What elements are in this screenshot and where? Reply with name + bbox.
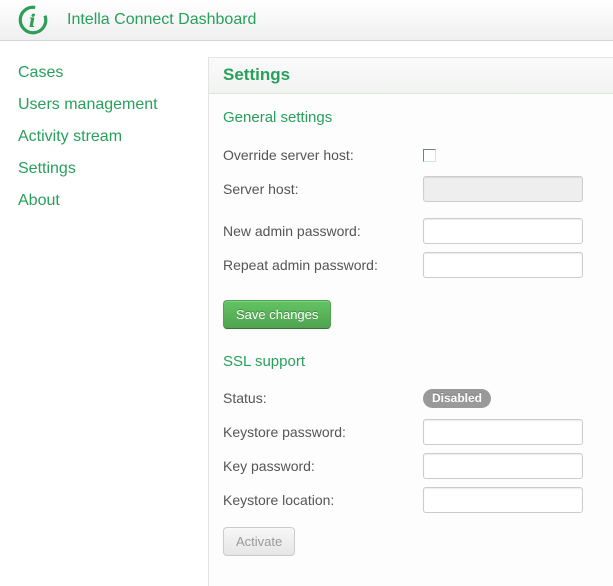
override-server-host-row: Override server host: (223, 142, 599, 168)
sidebar-item-cases[interactable]: Cases (18, 63, 208, 83)
keystore-location-input[interactable] (423, 487, 583, 513)
new-admin-password-input[interactable] (423, 218, 583, 244)
save-changes-button[interactable]: Save changes (223, 300, 331, 329)
page-title: Settings (223, 65, 290, 84)
repeat-admin-password-row: Repeat admin password: (223, 252, 599, 278)
repeat-admin-password-label: Repeat admin password: (223, 257, 423, 273)
override-server-host-label: Override server host: (223, 147, 423, 163)
keystore-password-label: Keystore password: (223, 424, 423, 440)
override-server-host-checkbox[interactable] (423, 149, 436, 162)
server-host-label: Server host: (223, 181, 423, 197)
key-password-input[interactable] (423, 453, 583, 479)
svg-text:i: i (29, 11, 36, 32)
sidebar-item-about[interactable]: About (18, 191, 208, 211)
sidebar-item-users-management[interactable]: Users management (18, 95, 208, 115)
intella-logo-icon: i (16, 3, 50, 37)
keystore-password-input[interactable] (423, 419, 583, 445)
top-header: i Intella Connect Dashboard (0, 0, 613, 41)
server-host-row: Server host: (223, 176, 599, 202)
keystore-location-label: Keystore location: (223, 492, 423, 508)
sidebar-item-settings[interactable]: Settings (18, 159, 208, 179)
general-settings-heading: General settings (223, 109, 599, 126)
ssl-status-label: Status: (223, 390, 423, 406)
brand-link[interactable]: i Intella Connect Dashboard (16, 4, 256, 37)
panel-header: Settings (209, 58, 613, 94)
activate-button: Activate (223, 527, 295, 556)
panel-body: General settings Override server host: S… (209, 109, 613, 556)
settings-panel: Settings General settings Override serve… (208, 57, 613, 586)
keystore-password-row: Keystore password: (223, 419, 599, 445)
ssl-status-row: Status: Disabled (223, 385, 599, 411)
new-admin-password-label: New admin password: (223, 223, 423, 239)
new-admin-password-row: New admin password: (223, 218, 599, 244)
sidebar-nav: Cases Users management Activity stream S… (0, 41, 208, 586)
ssl-support-heading: SSL support (223, 353, 599, 370)
keystore-location-row: Keystore location: (223, 487, 599, 513)
ssl-status-badge: Disabled (423, 389, 491, 408)
server-host-input (423, 176, 583, 202)
brand-title: Intella Connect Dashboard (67, 11, 256, 29)
key-password-row: Key password: (223, 453, 599, 479)
sidebar-item-activity-stream[interactable]: Activity stream (18, 127, 208, 147)
key-password-label: Key password: (223, 458, 423, 474)
repeat-admin-password-input[interactable] (423, 252, 583, 278)
